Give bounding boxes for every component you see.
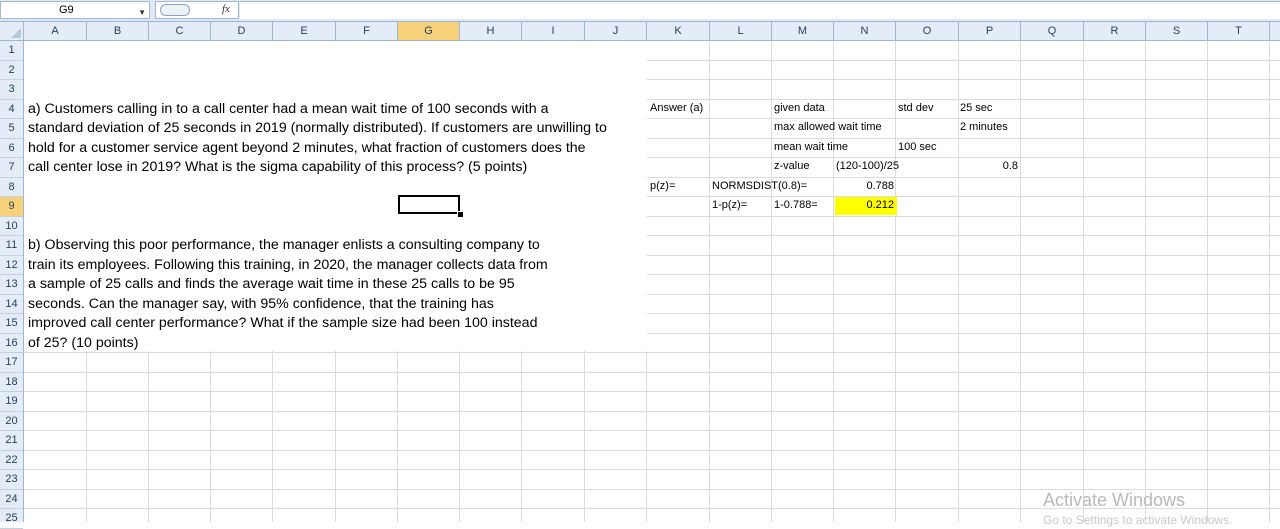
expand-oval-icon[interactable] — [160, 4, 190, 16]
column-header-f[interactable]: F — [336, 22, 398, 40]
column-header-h[interactable]: H — [460, 22, 522, 40]
row-header-5[interactable]: 5 — [0, 119, 23, 139]
cell-n9[interactable]: 0.212 — [834, 196, 894, 215]
cell-p4[interactable]: 25 sec — [960, 99, 992, 118]
formula-input[interactable] — [240, 1, 1280, 19]
row-header-10[interactable]: 10 — [0, 217, 23, 236]
cell-k8[interactable]: p(z)= — [650, 177, 675, 196]
question-b-line: improved call center performance? What i… — [28, 315, 538, 331]
question-a-line: call center lose in 2019? What is the si… — [28, 159, 528, 175]
grid-row-line — [24, 391, 1280, 392]
row-header-19[interactable]: 19 — [0, 392, 23, 412]
grid-row-line — [24, 430, 1280, 431]
question-b-line: train its employees. Following this trai… — [28, 256, 548, 273]
column-header-k[interactable]: K — [647, 22, 710, 40]
row-header-17[interactable]: 17 — [0, 353, 23, 373]
select-all-icon — [11, 28, 21, 38]
column-header-d[interactable]: D — [211, 22, 273, 40]
row-header-3[interactable]: 3 — [0, 80, 23, 100]
cell-m6[interactable]: mean wait time — [774, 138, 848, 157]
row-header-24[interactable]: 24 — [0, 490, 23, 509]
column-header-n[interactable]: N — [834, 22, 896, 40]
cell-p5[interactable]: 2 minutes — [960, 118, 1008, 137]
cell-o4[interactable]: std dev — [898, 99, 933, 118]
worksheet-grid[interactable]: a) Customers calling in to a call center… — [24, 41, 1280, 522]
cell-n8[interactable]: 0.788 — [834, 177, 894, 196]
row-header-23[interactable]: 23 — [0, 470, 23, 490]
question-a-line: a) Customers calling in to a call center… — [28, 100, 549, 117]
row-header-1[interactable]: 1 — [0, 41, 23, 61]
column-header-b[interactable]: B — [87, 22, 149, 40]
column-header-g[interactable]: G — [398, 22, 460, 40]
cell-n7[interactable]: (120-100)/25 — [836, 157, 899, 176]
column-header-p[interactable]: P — [959, 22, 1021, 40]
column-header-l[interactable]: L — [710, 22, 772, 40]
column-header-a[interactable]: A — [24, 22, 87, 40]
row-header-6[interactable]: 6 — [0, 139, 23, 158]
row-header-15[interactable]: 15 — [0, 314, 23, 334]
question-a-line: hold for a customer service agent beyond… — [28, 139, 586, 156]
column-header-j[interactable]: J — [585, 22, 647, 40]
cell-m5[interactable]: max allowed wait time — [774, 118, 882, 137]
column-header-c[interactable]: C — [149, 22, 211, 40]
function-controls: fx — [155, 1, 239, 19]
cell-m7[interactable]: z-value — [774, 157, 809, 176]
select-all-button[interactable] — [0, 22, 24, 40]
row-header-22[interactable]: 22 — [0, 451, 23, 470]
row-header-14[interactable]: 14 — [0, 295, 23, 314]
column-header-m[interactable]: M — [772, 22, 834, 40]
column-header-t[interactable]: T — [1208, 22, 1270, 40]
row-header-4[interactable]: 4 — [0, 100, 23, 119]
row-header-13[interactable]: 13 — [0, 275, 23, 295]
row-header-20[interactable]: 20 — [0, 412, 23, 431]
column-headers: ABCDEFGHIJKLMNOPQRST — [0, 22, 1280, 41]
activate-windows-title: Activate Windows — [1043, 490, 1186, 510]
cell-k4[interactable]: Answer (a) — [650, 99, 703, 118]
cell-m9[interactable]: 1-0.788= — [774, 196, 818, 215]
row-header-9[interactable]: 9 — [0, 197, 23, 217]
column-header-o[interactable]: O — [896, 22, 959, 40]
cell-l8[interactable]: NORMSDIST(0.8)= — [712, 177, 807, 196]
cell-o6[interactable]: 100 sec — [898, 138, 937, 157]
question-b-line: a sample of 25 calls and finds the avera… — [28, 276, 515, 292]
row-header-2[interactable]: 2 — [0, 61, 23, 80]
grid-row-line — [24, 352, 1280, 353]
row-headers: 1 2 3 4 5 6 7 8 9 10 11 12 13 14 15 16 17 18 19 20 21 22 23 24 2… — [0, 41, 24, 529]
cell-m4[interactable]: given data — [774, 99, 825, 118]
question-b-line: of 25? (10 points) — [28, 334, 139, 351]
name-box-value: G9 — [59, 4, 74, 16]
row-header-8[interactable]: 8 — [0, 178, 23, 197]
column-header-i[interactable]: I — [522, 22, 585, 40]
column-header-e[interactable]: E — [273, 22, 336, 40]
row-header-12[interactable]: 12 — [0, 256, 23, 275]
row-header-21[interactable]: 21 — [0, 431, 23, 451]
fill-handle[interactable] — [457, 211, 464, 218]
question-b-line: b) Observing this poor performance, the … — [28, 237, 540, 253]
question-b-line: seconds. Can the manager say, with 95% c… — [28, 295, 494, 312]
grid-row-line — [24, 449, 1280, 451]
cell-p7[interactable]: 0.8 — [958, 157, 1018, 176]
question-a-line: standard deviation of 25 seconds in 2019… — [28, 120, 607, 136]
row-header-25[interactable]: 25 — [0, 509, 23, 529]
insert-function-icon[interactable]: fx — [222, 3, 230, 15]
grid-row-line — [24, 410, 1280, 412]
formula-bar: G9 ▼ fx — [0, 0, 1280, 22]
active-cell-g9[interactable] — [398, 195, 460, 214]
grid-row-line — [24, 469, 1280, 470]
activate-windows-subtitle: Go to Settings to activate Windows. — [1043, 513, 1233, 527]
column-header-q[interactable]: Q — [1021, 22, 1084, 40]
column-header-r[interactable]: R — [1084, 22, 1146, 40]
name-box[interactable]: G9 ▼ — [0, 1, 150, 19]
chevron-down-icon[interactable]: ▼ — [138, 5, 146, 21]
row-header-16[interactable]: 16 — [0, 334, 23, 353]
row-header-7[interactable]: 7 — [0, 158, 23, 178]
grid-row-line — [24, 371, 1280, 373]
row-header-18[interactable]: 18 — [0, 373, 23, 392]
cell-l9[interactable]: 1-p(z)= — [712, 196, 747, 215]
row-header-11[interactable]: 11 — [0, 236, 23, 256]
column-header-s[interactable]: S — [1146, 22, 1208, 40]
